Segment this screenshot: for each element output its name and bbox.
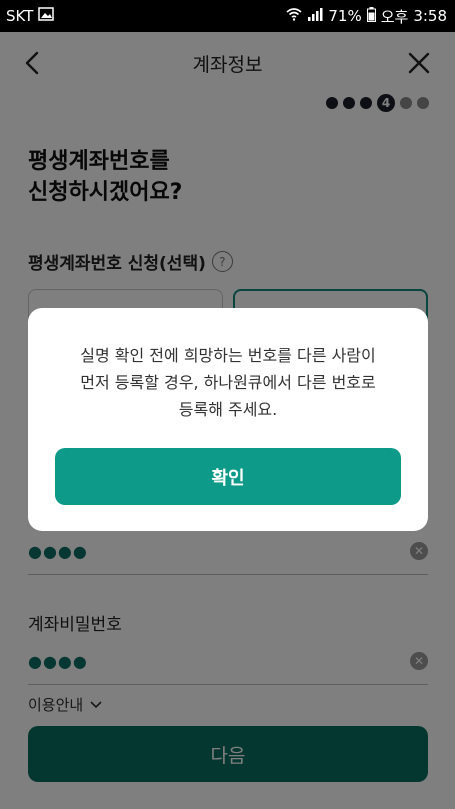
alert-dialog: 실명 확인 전에 희망하는 번호를 다른 사람이 먼저 등록할 경우, 하나원큐… (28, 308, 428, 531)
carrier-label: SKT (6, 7, 34, 25)
status-bar: SKT 71% 오후 3:58 (0, 0, 455, 32)
wifi-icon (286, 7, 302, 25)
battery-percent: 71% (328, 7, 362, 25)
gallery-icon (38, 7, 55, 25)
signal-icon (307, 7, 323, 25)
clock-time: 3:58 (413, 7, 447, 25)
clock-ampm: 오후 (380, 7, 409, 26)
dialog-message-line: 먼저 등록할 경우, 하나원큐에서 다른 번호로 (80, 373, 376, 392)
battery-icon (366, 6, 376, 26)
confirm-button[interactable]: 확인 (55, 448, 401, 505)
dialog-message-line: 등록해 주세요. (178, 400, 278, 419)
dialog-message-line: 실명 확인 전에 희망하는 번호를 다른 사람이 (80, 346, 376, 365)
dialog-message: 실명 확인 전에 희망하는 번호를 다른 사람이 먼저 등록할 경우, 하나원큐… (28, 342, 428, 423)
